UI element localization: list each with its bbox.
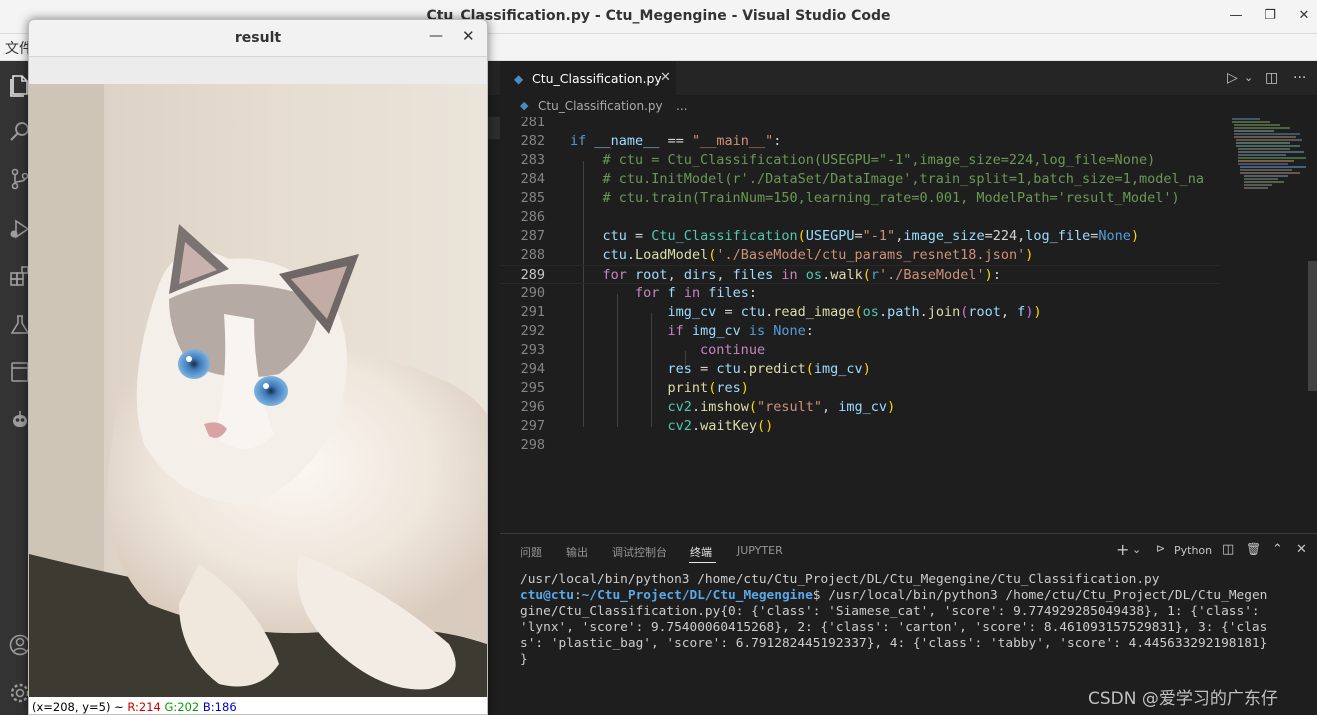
terminal-line: }	[520, 652, 528, 667]
code-editor[interactable]: 281 282 if __name__ == "__main__": 283 # …	[500, 117, 1220, 533]
cv-status-bar: (x=208, y=5) ~ R:214 G:202 B:186	[29, 697, 487, 714]
cv-coords: (x=208, y=5) ~	[32, 700, 128, 714]
tab-jupyter[interactable]: JUPYTER	[737, 544, 783, 557]
code-line: 284 # ctu.InitModel(r'./DataSet/DataImag…	[520, 171, 1204, 187]
python-icon: ◆	[514, 72, 524, 86]
tab-label: Ctu_Classification.py	[532, 71, 662, 86]
terminal-dropdown-icon[interactable]: ⌄	[1132, 543, 1141, 556]
code-line: 293 continue	[520, 342, 766, 358]
breadcrumb-more[interactable]: ...	[676, 99, 687, 113]
maximize-button[interactable]: ❐	[1260, 6, 1280, 26]
code-line: 287 ctu = Ctu_Classification(USEGPU="-1"…	[520, 228, 1140, 244]
kill-terminal-icon[interactable]: 🗑	[1246, 542, 1261, 556]
code-line: 292 if img_cv is None:	[520, 323, 814, 339]
code-line: 285 # ctu.train(TrainNum=150,learning_ra…	[520, 190, 1180, 206]
cv-window-title: result	[234, 30, 282, 46]
run-file-icon[interactable]: ▷	[1227, 70, 1238, 86]
code-line: 283 # ctu = Ctu_Classification(USEGPU="-…	[520, 152, 1156, 168]
code-line: 290 for f in files:	[520, 285, 758, 301]
terminal-line: 'lynx', 'score': 9.75400060415268}, 2: {…	[520, 620, 1268, 635]
csdn-watermark: CSDN @爱学习的广东仔	[1088, 689, 1278, 709]
tab-debug-console[interactable]: 调试控制台	[612, 544, 667, 560]
tab-close-icon[interactable]: ✕	[660, 70, 671, 85]
code-line: 282 if __name__ == "__main__":	[520, 133, 782, 149]
more-actions-icon[interactable]: ···	[1293, 70, 1306, 86]
code-line-current: 289 for root, dirs, files in os.walk(r'.…	[500, 265, 1220, 284]
close-window-button[interactable]: ✕	[1294, 6, 1314, 26]
code-line: 286	[520, 209, 545, 225]
active-tab-indicator	[689, 562, 716, 563]
code-line: 288 ctu.LoadModel('./BaseModel/ctu_param…	[520, 247, 1034, 263]
close-panel-icon[interactable]: ✕	[1296, 542, 1307, 557]
code-line: 298	[520, 437, 545, 453]
split-terminal-icon[interactable]: ◫	[1222, 542, 1234, 557]
tab-ctu-classification[interactable]: ◆ Ctu_Classification.py ✕	[500, 61, 676, 95]
tab-terminal[interactable]: 终端	[690, 544, 712, 560]
editor-tab-bar: ◆ Ctu_Classification.py ✕ ▷ ⌄ ◫ ···	[488, 61, 1317, 95]
code-line: 294 res = ctu.predict(img_cv)	[520, 361, 871, 377]
code-line: 295 print(res)	[520, 380, 749, 396]
new-terminal-icon[interactable]: +	[1116, 540, 1129, 559]
code-line: 297 cv2.waitKey()	[520, 418, 774, 434]
breadcrumb-file[interactable]: Ctu_Classification.py	[538, 99, 663, 113]
tab-problems[interactable]: 问题	[520, 544, 542, 560]
terminal-line: gine/Ctu_Classification.py{0: {'class': …	[520, 604, 1260, 619]
cv-blue-value: B:186	[202, 700, 237, 714]
terminal-output[interactable]: /usr/local/bin/python3 /home/ctu/Ctu_Pro…	[520, 572, 1310, 668]
vertical-scrollbar[interactable]	[1308, 261, 1317, 391]
terminal-line: ctu@ctu:~/Ctu_Project/DL/Ctu_Megengine$ …	[520, 588, 1268, 603]
minimize-button[interactable]: —	[1226, 6, 1246, 26]
terminal-shell-icon[interactable]: ⊳	[1156, 542, 1165, 555]
minimap[interactable]	[1230, 117, 1308, 207]
opencv-result-window: result — ✕ (x=208, y=5) ~ R:214 G:202 B:…	[28, 19, 488, 715]
code-line: 296 cv2.imshow("result", img_cv)	[520, 399, 896, 415]
split-editor-icon[interactable]: ◫	[1265, 70, 1278, 86]
cv-toolbar	[29, 56, 487, 84]
cv-red-value: R:214	[127, 700, 161, 714]
python-icon: ◆	[520, 99, 529, 112]
editor-area: ◆ Ctu_Classification.py ✕ ▷ ⌄ ◫ ··· ◆ Ct…	[488, 61, 1317, 533]
terminal-line: /usr/local/bin/python3 /home/ctu/Ctu_Pro…	[520, 572, 1160, 587]
gutter-strip	[488, 117, 500, 139]
code-line: 281	[520, 117, 545, 130]
cv-close-button[interactable]: ✕	[462, 27, 475, 45]
tab-output[interactable]: 输出	[566, 544, 588, 560]
cv-green-value: G:202	[164, 700, 200, 714]
maximize-panel-icon[interactable]: ⌃	[1272, 542, 1283, 557]
terminal-shell-label[interactable]: Python	[1174, 544, 1212, 557]
cv-minimize-button[interactable]: —	[429, 28, 443, 44]
run-dropdown-icon[interactable]: ⌄	[1244, 71, 1253, 84]
code-line: 291 img_cv = ctu.read_image(os.path.join…	[520, 304, 1042, 320]
cat-image[interactable]	[29, 84, 487, 697]
terminal-line: s': 'plastic_bag', 'score': 6.7912824451…	[520, 636, 1268, 651]
breadcrumb: ◆ Ctu_Classification.py ...	[488, 95, 1317, 117]
